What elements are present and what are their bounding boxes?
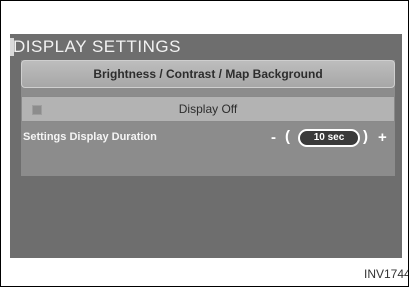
- duration-stepper: - ( 10 sec ) +: [271, 127, 393, 151]
- display-screen: DISPLAY SETTINGS Brightness / Contrast /…: [10, 34, 402, 258]
- settings-panel: Brightness / Contrast / Map Background D…: [21, 60, 395, 176]
- duration-value: 10 sec: [298, 129, 360, 147]
- display-off-label: Display Off: [178, 102, 238, 116]
- duration-minus-button[interactable]: -: [271, 129, 276, 147]
- duration-label: Settings Display Duration: [23, 131, 157, 143]
- display-off-button[interactable]: Display Off: [21, 96, 395, 122]
- brightness-contrast-map-background-button[interactable]: Brightness / Contrast / Map Background: [21, 60, 395, 88]
- chevron-left-icon[interactable]: (: [285, 128, 290, 146]
- figure-frame: DISPLAY SETTINGS Brightness / Contrast /…: [0, 0, 409, 287]
- brightness-button-label: Brightness / Contrast / Map Background: [93, 67, 323, 81]
- chevron-right-icon[interactable]: ): [363, 128, 368, 146]
- screen-title: DISPLAY SETTINGS: [13, 37, 181, 56]
- duration-plus-button[interactable]: +: [378, 129, 387, 147]
- settings-display-duration-row: Settings Display Duration - ( 10 sec ) +: [21, 126, 395, 152]
- figure-caption: INV1744: [364, 267, 408, 281]
